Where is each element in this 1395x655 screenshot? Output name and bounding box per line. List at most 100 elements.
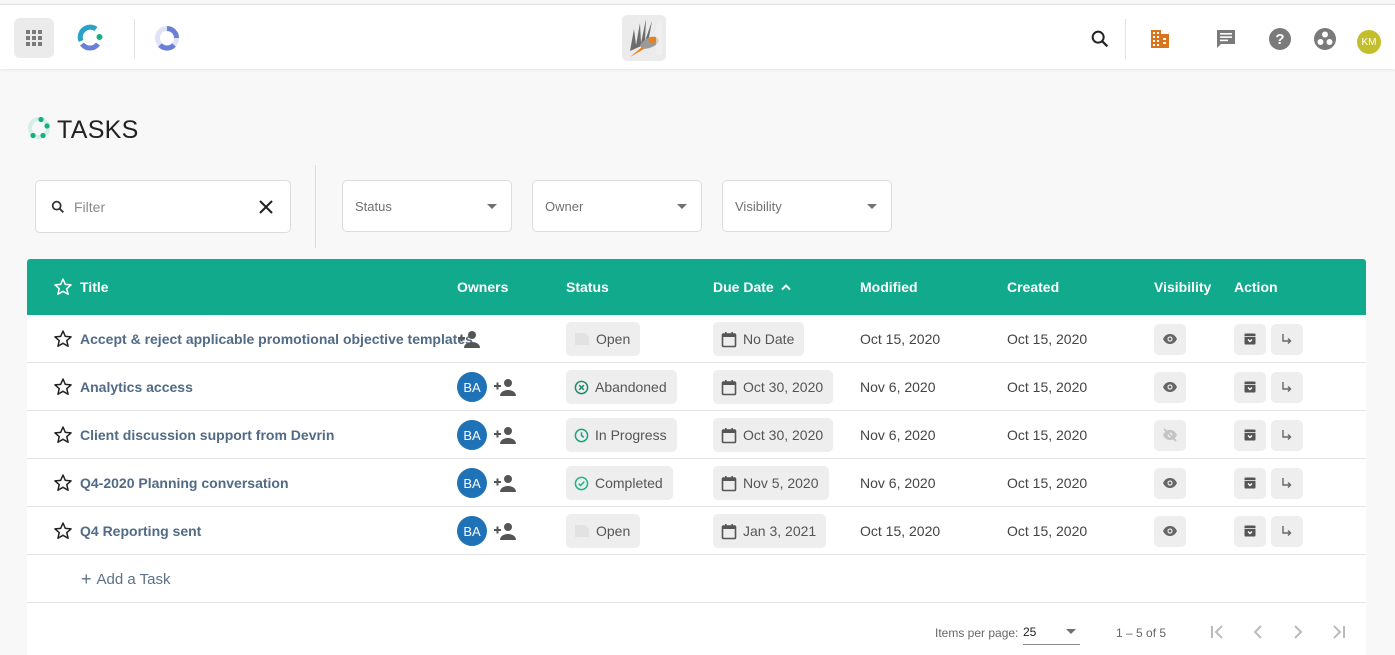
due-date-chip[interactable]: Oct 30, 2020 (713, 370, 834, 404)
search-icon[interactable] (1087, 26, 1113, 52)
task-title-link[interactable]: Q4 Reporting sent (80, 523, 201, 539)
chat-icon[interactable] (1213, 26, 1239, 52)
title-cell: Analytics access (53, 363, 193, 411)
owner-avatar[interactable]: BA (457, 516, 487, 546)
title-cell: Accept & reject applicable promotional o… (53, 315, 473, 363)
open-status-icon (574, 524, 590, 538)
bird-logo-icon[interactable] (622, 15, 666, 61)
apps-grid-icon (26, 30, 42, 46)
visibility-select-label: Visibility (735, 198, 782, 214)
task-title-link[interactable]: Accept & reject applicable promotional o… (80, 331, 473, 347)
column-due-date[interactable]: Due Date (713, 259, 791, 315)
column-status[interactable]: Status (566, 259, 609, 315)
subtask-button[interactable] (1271, 419, 1303, 451)
paginator: Items per page: 25 1 – 5 of 5 (27, 603, 1366, 655)
status-chip[interactable]: Open (566, 514, 641, 548)
status-chip[interactable]: In Progress (566, 418, 677, 452)
archive-button[interactable] (1234, 323, 1266, 355)
product-logo-icon[interactable] (153, 24, 181, 52)
visibility-toggle[interactable] (1154, 323, 1186, 355)
due-date-chip[interactable]: No Date (713, 322, 805, 356)
table-row[interactable]: Accept & reject applicable promotional o… (27, 315, 1366, 363)
due-date-chip[interactable]: Oct 30, 2020 (713, 418, 834, 452)
table-row[interactable]: Analytics access BA Abandoned Oct 30, 2020 N… (27, 363, 1366, 411)
task-title-link[interactable]: Analytics access (80, 379, 193, 395)
table-row[interactable]: Client discussion support from Devrin BA I… (27, 411, 1366, 459)
hub-icon[interactable] (1312, 26, 1338, 52)
status-select-label: Status (355, 198, 392, 214)
cancel-circle-icon (574, 380, 589, 395)
owner-avatar[interactable]: BA (457, 420, 487, 450)
archive-button[interactable] (1234, 419, 1266, 451)
last-page-button[interactable] (1326, 620, 1350, 644)
archive-button[interactable] (1234, 515, 1266, 547)
previous-page-button[interactable] (1246, 620, 1270, 644)
table-row[interactable]: Q4-2020 Planning conversation BA Completed… (27, 459, 1366, 507)
visibility-select[interactable]: Visibility (722, 180, 892, 232)
items-per-page-select[interactable]: 25 (1023, 619, 1080, 645)
visibility-toggle[interactable] (1154, 467, 1186, 499)
add-owner-icon[interactable] (493, 425, 517, 445)
add-owner-icon[interactable] (493, 377, 517, 397)
owner-avatar[interactable]: BA (457, 468, 487, 498)
due-date-chip[interactable]: Nov 5, 2020 (713, 466, 829, 500)
app-logo-icon[interactable] (76, 24, 104, 52)
archive-button[interactable] (1234, 467, 1266, 499)
task-title-link[interactable]: Client discussion support from Devrin (80, 427, 334, 443)
star-icon[interactable] (53, 329, 73, 349)
page-range: 1 – 5 of 5 (1116, 626, 1167, 640)
due-date-chip[interactable]: Jan 3, 2021 (713, 514, 827, 548)
visibility-toggle[interactable] (1154, 371, 1186, 403)
apps-button[interactable] (14, 18, 54, 58)
plus-icon: + (81, 568, 92, 589)
subtask-button[interactable] (1271, 467, 1303, 499)
column-created[interactable]: Created (1007, 259, 1059, 315)
subtask-button[interactable] (1271, 515, 1303, 547)
add-task-button[interactable]: + Add a Task (81, 555, 170, 603)
status-select[interactable]: Status (342, 180, 512, 232)
calendar-icon (721, 475, 737, 492)
task-title-link[interactable]: Q4-2020 Planning conversation (80, 475, 289, 491)
filter-search-box[interactable] (35, 180, 291, 233)
action-cell (1234, 411, 1303, 459)
clear-filter-icon[interactable] (259, 199, 273, 214)
add-owner-icon[interactable] (493, 521, 517, 541)
action-cell (1234, 507, 1303, 555)
archive-button[interactable] (1234, 371, 1266, 403)
created-cell: Oct 15, 2020 (1007, 331, 1088, 347)
status-chip[interactable]: Open (566, 322, 641, 356)
owner-avatar[interactable]: BA (457, 372, 487, 402)
next-page-button[interactable] (1286, 620, 1310, 644)
due-date-label: Jan 3, 2021 (743, 523, 817, 539)
star-icon[interactable] (53, 377, 73, 397)
visibility-toggle[interactable] (1154, 419, 1186, 451)
eye-off-icon (1162, 428, 1178, 442)
eye-icon (1162, 381, 1178, 393)
subtask-button[interactable] (1271, 371, 1303, 403)
column-visibility[interactable]: Visibility (1154, 259, 1211, 315)
status-chip[interactable]: Completed (566, 466, 673, 500)
building-icon[interactable] (1147, 26, 1173, 52)
first-page-button[interactable] (1206, 620, 1230, 644)
subtask-button[interactable] (1271, 323, 1303, 355)
user-avatar[interactable]: KM (1357, 30, 1381, 54)
star-icon[interactable] (53, 473, 73, 493)
calendar-icon (721, 427, 737, 444)
table-row[interactable]: Q4 Reporting sent BA Open Jan 3, 2021 Oct 15… (27, 507, 1366, 555)
column-modified[interactable]: Modified (860, 259, 918, 315)
star-icon[interactable] (53, 277, 73, 297)
owner-select[interactable]: Owner (532, 180, 702, 232)
status-chip[interactable]: Abandoned (566, 370, 677, 404)
add-owner-icon[interactable] (493, 473, 517, 493)
visibility-toggle[interactable] (1154, 515, 1186, 547)
visibility-cell (1154, 363, 1186, 411)
status-label: Completed (595, 475, 663, 491)
column-title[interactable]: Title (53, 259, 109, 315)
visibility-cell (1154, 315, 1186, 363)
help-icon[interactable]: ? (1267, 26, 1293, 52)
star-icon[interactable] (53, 425, 73, 445)
column-owners[interactable]: Owners (457, 259, 508, 315)
add-owner-icon[interactable] (457, 329, 481, 349)
filter-input[interactable] (74, 198, 244, 215)
star-icon[interactable] (53, 521, 73, 541)
